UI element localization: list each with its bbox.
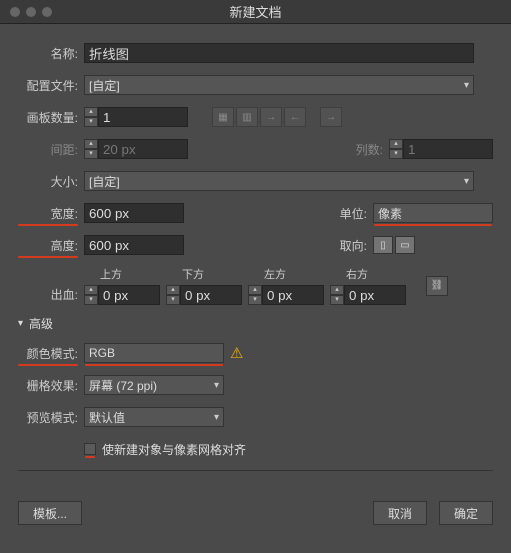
height-input[interactable]: [84, 235, 184, 255]
spacing-spinner: ▴▾: [84, 139, 188, 159]
new-document-dialog: 新建文档 名称: 配置文件: [自定] 画板数量: ▴▾ ▦ ▥ → ←: [0, 0, 511, 553]
spin-up[interactable]: ▴: [84, 107, 98, 117]
label-aligngrid: 使新建对象与像素网格对齐: [102, 441, 246, 458]
columns-input: [403, 139, 493, 159]
bleed-right-input[interactable]: [344, 285, 406, 305]
label-right: 右方: [346, 266, 368, 282]
label-rasterfx: 栅格效果:: [18, 377, 78, 394]
disclosure-triangle-icon: ▾: [18, 318, 23, 329]
row-rtl-icon[interactable]: ←: [284, 107, 306, 127]
width-input[interactable]: [84, 203, 184, 223]
columns-spinner: ▴▾: [389, 139, 493, 159]
arrow-right-icon[interactable]: →: [320, 107, 342, 127]
label-units: 单位:: [327, 205, 367, 222]
label-profile: 配置文件:: [18, 77, 78, 94]
bleed-top-spinner[interactable]: ▴▾: [84, 285, 160, 305]
grid-by-row-icon[interactable]: ▦: [212, 107, 234, 127]
bleed-bottom-input[interactable]: [180, 285, 242, 305]
bleed-bottom-spinner[interactable]: ▴▾: [166, 285, 242, 305]
bleed-left-spinner[interactable]: ▴▾: [248, 285, 324, 305]
align-grid-checkbox[interactable]: [84, 443, 96, 455]
spin-down[interactable]: ▾: [84, 117, 98, 127]
colormode-select[interactable]: RGB: [84, 343, 224, 363]
template-button[interactable]: 模板...: [18, 501, 82, 525]
size-select[interactable]: [自定]: [84, 171, 474, 191]
portrait-icon[interactable]: ▯: [373, 236, 393, 254]
label-colormode: 颜色模式:: [18, 345, 78, 362]
link-bleed-icon[interactable]: ⛓: [426, 276, 448, 296]
label-spacing: 间距:: [18, 141, 78, 158]
cancel-button[interactable]: 取消: [373, 501, 427, 525]
dialog-title: 新建文档: [0, 2, 511, 21]
label-preview: 预览模式:: [18, 409, 78, 426]
label-height: 高度:: [18, 237, 78, 254]
row-ltr-icon[interactable]: →: [260, 107, 282, 127]
label-advanced: 高级: [29, 315, 53, 332]
preview-select[interactable]: 默认值: [84, 407, 224, 427]
ok-button[interactable]: 确定: [439, 501, 493, 525]
artboard-count-input[interactable]: [98, 107, 188, 127]
advanced-section-header[interactable]: ▾ 高级: [18, 315, 493, 332]
bleed-top-input[interactable]: [98, 285, 160, 305]
artboard-arrangement: ▦ ▥ → ←: [212, 107, 306, 127]
spin-up: ▴: [84, 139, 98, 149]
divider: [18, 470, 493, 471]
label-name: 名称:: [18, 45, 78, 62]
label-artboards: 画板数量:: [18, 109, 78, 126]
label-columns: 列数:: [343, 141, 383, 158]
spin-up: ▴: [389, 139, 403, 149]
label-bottom: 下方: [182, 266, 204, 282]
label-orient: 取向:: [327, 237, 367, 254]
bleed-right-spinner[interactable]: ▴▾: [330, 285, 406, 305]
landscape-icon[interactable]: ▭: [395, 236, 415, 254]
rasterfx-select[interactable]: 屏幕 (72 ppi): [84, 375, 224, 395]
grid-by-col-icon[interactable]: ▥: [236, 107, 258, 127]
label-width: 宽度:: [18, 205, 78, 222]
spin-down: ▾: [84, 149, 98, 159]
label-bleed: 出血:: [18, 286, 78, 303]
artboard-count-spinner[interactable]: ▴▾: [84, 107, 188, 127]
orientation-group: ▯ ▭: [373, 236, 415, 254]
titlebar: 新建文档: [0, 0, 511, 24]
units-select[interactable]: 像素: [373, 203, 493, 223]
label-left: 左方: [264, 266, 286, 282]
warning-icon: ⚠: [230, 344, 243, 362]
label-size: 大小:: [18, 173, 78, 190]
bleed-left-input[interactable]: [262, 285, 324, 305]
label-top: 上方: [100, 266, 122, 282]
spin-down: ▾: [389, 149, 403, 159]
profile-select[interactable]: [自定]: [84, 75, 474, 95]
dialog-footer: 模板... 取消 确定: [0, 491, 511, 539]
name-input[interactable]: [84, 43, 474, 63]
spacing-input: [98, 139, 188, 159]
